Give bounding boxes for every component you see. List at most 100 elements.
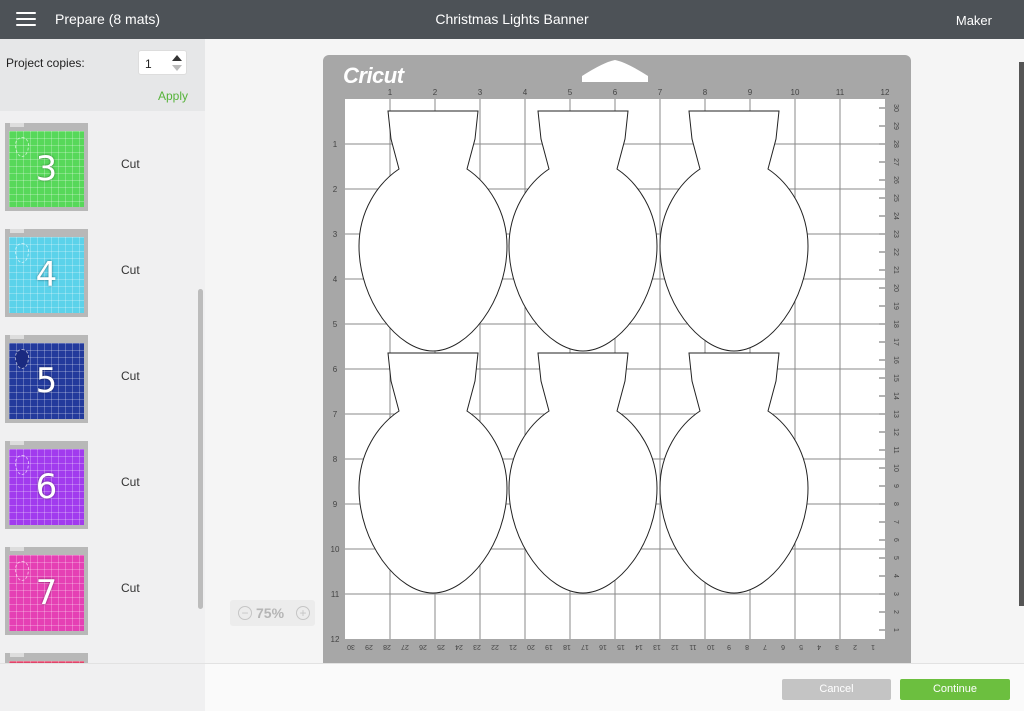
ruler-label-top: 7 bbox=[658, 88, 663, 97]
ruler-label-bottom: 13 bbox=[653, 643, 661, 650]
ruler-label-right: 7 bbox=[892, 520, 899, 524]
ruler-label-right: 5 bbox=[892, 556, 899, 560]
ruler-label-bottom: 18 bbox=[563, 643, 571, 650]
ruler-label-left: 1 bbox=[333, 140, 338, 149]
mat-item-partial[interactable] bbox=[0, 641, 200, 663]
mat-item[interactable]: 6 Cut bbox=[0, 429, 200, 529]
ruler-label-right: 23 bbox=[892, 230, 899, 238]
ruler-label-bottom: 14 bbox=[635, 643, 643, 650]
mat-thumbnail[interactable]: 5 bbox=[5, 335, 88, 423]
top-bar: Prepare (8 mats) Christmas Lights Banner… bbox=[0, 0, 1024, 39]
ruler-label-right: 29 bbox=[892, 122, 899, 130]
mat-action-label: Cut bbox=[121, 263, 140, 277]
mat-thumbnail[interactable]: 3 bbox=[5, 123, 88, 211]
project-copies-label: Project copies: bbox=[6, 56, 85, 70]
ruler-label-left: 7 bbox=[333, 410, 338, 419]
ruler-label-right: 11 bbox=[892, 446, 899, 453]
ruler-label-bottom: 15 bbox=[617, 643, 625, 650]
ruler-label-right: 14 bbox=[892, 392, 899, 400]
project-copies-input[interactable]: 1 bbox=[138, 50, 187, 75]
ruler-label-left: 8 bbox=[333, 455, 338, 464]
ruler-label-right: 1 bbox=[892, 628, 899, 632]
ruler-label-bottom: 23 bbox=[473, 643, 481, 650]
ruler-label-top: 9 bbox=[748, 88, 753, 97]
mat-list: 3 Cut 4 Cut 5 Cut 6 Cut 7 Cut bbox=[0, 111, 205, 663]
mat-grid: 1 2 3 4 5 6 7 8 9 10 11 1212345678910111230 29 28 27 26… bbox=[331, 88, 899, 650]
ruler-label-bottom: 30 bbox=[347, 643, 355, 650]
ruler-label-right: 9 bbox=[892, 484, 899, 488]
ruler-label-left: 12 bbox=[331, 635, 340, 644]
ruler-label-left: 9 bbox=[333, 500, 338, 509]
ruler-label-bottom: 5 bbox=[799, 643, 803, 650]
ruler-label-bottom: 12 bbox=[671, 643, 679, 650]
ruler-label-top: 5 bbox=[568, 88, 573, 97]
ruler-label-top: 3 bbox=[478, 88, 483, 97]
apply-button[interactable]: Apply bbox=[158, 89, 188, 103]
ruler-label-right: 19 bbox=[892, 302, 899, 310]
ruler-label-bottom: 4 bbox=[817, 643, 821, 650]
sidebar-scrollbar[interactable] bbox=[198, 289, 203, 609]
ruler-label-bottom: 17 bbox=[581, 643, 589, 650]
ruler-label-bottom: 8 bbox=[745, 643, 749, 650]
mat-item[interactable]: 5 Cut bbox=[0, 323, 200, 423]
ruler-label-top: 11 bbox=[836, 88, 845, 97]
ruler-label-right: 15 bbox=[892, 374, 899, 382]
cutting-mat: Cricut 1 2 3 4 5 6 7 8 9 10 11 12 1 2 3 4 5 6 7 8 9 10 11 12 30 2… bbox=[323, 55, 911, 663]
ruler-label-right: 17 bbox=[892, 338, 899, 346]
ruler-label-bottom: 24 bbox=[455, 643, 463, 650]
cancel-button[interactable]: Cancel bbox=[782, 679, 891, 700]
ruler-label-top: 1 bbox=[388, 88, 393, 97]
footer-bar: Cancel Continue bbox=[0, 663, 1024, 711]
ruler-label-right: 10 bbox=[892, 464, 899, 472]
ruler-label-left: 11 bbox=[331, 590, 340, 599]
ruler-label-right: 16 bbox=[892, 356, 899, 364]
decrement-arrow-icon[interactable] bbox=[172, 65, 182, 71]
mat-preview-area: Cricut 1 2 3 4 5 6 7 8 9 10 11 12 1 2 3 4 5 6 7 8 9 10 11 12 30 2… bbox=[205, 39, 1024, 663]
ruler-label-bottom: 20 bbox=[527, 643, 535, 650]
mat-item[interactable]: 7 Cut bbox=[0, 535, 200, 635]
mat-number: 6 bbox=[35, 467, 58, 507]
mat-sidebar: Project copies: 1 Apply 3 Cut 4 Cut 5 Cu… bbox=[0, 39, 205, 663]
ruler-label-bottom: 27 bbox=[401, 643, 409, 650]
ruler-label-left: 5 bbox=[333, 320, 338, 329]
ruler-label-bottom: 16 bbox=[599, 643, 607, 650]
ruler-label-left: 2 bbox=[333, 185, 338, 194]
mat-thumbnail[interactable]: 6 bbox=[5, 441, 88, 529]
ruler-label-bottom: 10 bbox=[707, 643, 715, 650]
ruler-label-right: 8 bbox=[892, 502, 899, 506]
ruler-label-top: 8 bbox=[703, 88, 708, 97]
ruler-label-top: 10 bbox=[791, 88, 800, 97]
ruler-label-bottom: 9 bbox=[727, 643, 731, 650]
mat-number: 4 bbox=[35, 255, 58, 295]
ruler-label-top: 12 bbox=[881, 88, 890, 97]
ruler-label-bottom: 6 bbox=[781, 643, 785, 650]
ruler-label-right: 24 bbox=[892, 212, 899, 220]
ruler-label-right: 21 bbox=[892, 266, 899, 274]
increment-arrow-icon[interactable] bbox=[172, 55, 182, 61]
mat-thumbnail[interactable]: 4 bbox=[5, 229, 88, 317]
ruler-label-right: 18 bbox=[892, 320, 899, 328]
ruler-label-bottom: 22 bbox=[491, 643, 499, 650]
mat-action-label: Cut bbox=[121, 581, 140, 595]
ruler-label-right: 30 bbox=[892, 104, 899, 112]
mat-action-label: Cut bbox=[121, 475, 140, 489]
window-edge bbox=[1019, 62, 1024, 606]
zoom-in-button[interactable]: + bbox=[296, 606, 310, 620]
mat-thumbnail[interactable] bbox=[5, 653, 88, 663]
ruler-label-right: 12 bbox=[892, 428, 899, 436]
mat-thumbnail[interactable]: 7 bbox=[5, 547, 88, 635]
project-copies-value: 1 bbox=[145, 57, 152, 71]
mat-number: 7 bbox=[35, 573, 58, 613]
ruler-label-right: 27 bbox=[892, 158, 899, 166]
machine-selector[interactable]: Maker bbox=[956, 13, 992, 28]
mat-item[interactable]: 4 Cut bbox=[0, 217, 200, 317]
zoom-out-button[interactable]: − bbox=[238, 606, 252, 620]
mat-item[interactable]: 3 Cut bbox=[0, 111, 200, 211]
ruler-label-bottom: 3 bbox=[835, 643, 839, 650]
hamburger-menu-icon[interactable] bbox=[16, 12, 36, 28]
ruler-label-right: 28 bbox=[892, 140, 899, 148]
ruler-label-bottom: 29 bbox=[365, 643, 373, 650]
mat-action-label: Cut bbox=[121, 369, 140, 383]
ruler-label-right: 25 bbox=[892, 194, 899, 202]
continue-button[interactable]: Continue bbox=[900, 679, 1010, 700]
